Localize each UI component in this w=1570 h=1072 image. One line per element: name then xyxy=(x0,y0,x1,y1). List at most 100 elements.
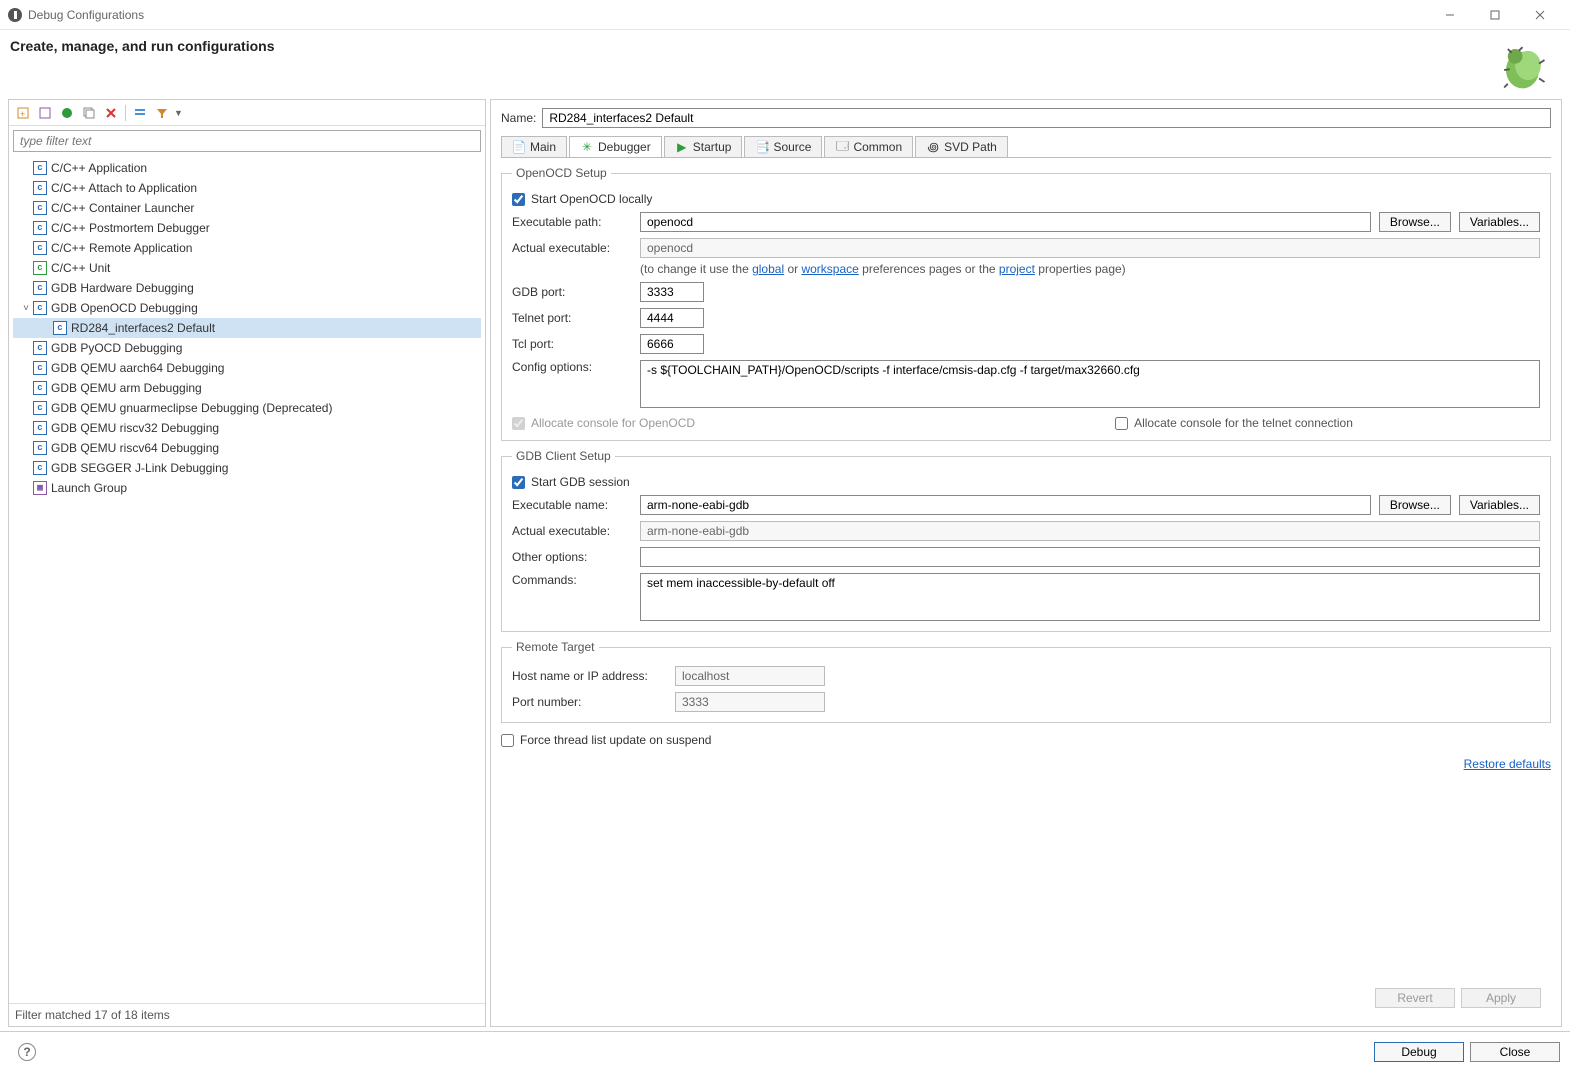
tree-item[interactable]: cGDB PyOCD Debugging xyxy=(13,338,481,358)
tree-item-child[interactable]: c RD284_interfaces2 Default xyxy=(13,318,481,338)
allocate-openocd-console-checkbox xyxy=(512,417,525,430)
gdb-port-input[interactable] xyxy=(640,282,704,302)
help-button[interactable]: ? xyxy=(18,1043,36,1061)
tab-svd-path[interactable]: ꩜SVD Path xyxy=(915,136,1008,157)
config-type-icon: c xyxy=(33,461,47,475)
start-openocd-locally-label: Start OpenOCD locally xyxy=(531,192,652,206)
force-thread-update-label: Force thread list update on suspend xyxy=(520,733,711,747)
tree-item[interactable]: cGDB SEGGER J-Link Debugging xyxy=(13,458,481,478)
tree-item-label: GDB PyOCD Debugging xyxy=(51,341,182,355)
window-minimize-button[interactable] xyxy=(1427,0,1472,30)
revert-button: Revert xyxy=(1375,988,1455,1008)
close-button[interactable]: Close xyxy=(1470,1042,1560,1062)
tree-item[interactable]: cC/C++ Postmortem Debugger xyxy=(13,218,481,238)
filter-input[interactable] xyxy=(13,130,481,152)
tree-item[interactable]: cGDB QEMU gnuarmeclipse Debugging (Depre… xyxy=(13,398,481,418)
gdb-commands-textarea[interactable] xyxy=(640,573,1540,621)
openocd-exec-path-input[interactable] xyxy=(640,212,1371,232)
gdb-commands-label: Commands: xyxy=(512,573,632,587)
tree-item-label: C/C++ Container Launcher xyxy=(51,201,194,215)
tcl-port-input[interactable] xyxy=(640,334,704,354)
allocate-telnet-console-label: Allocate console for the telnet connecti… xyxy=(1134,416,1353,430)
openocd-actual-exec-field xyxy=(640,238,1540,258)
filter-status-bar: Filter matched 17 of 18 items xyxy=(9,1003,485,1026)
window-close-button[interactable] xyxy=(1517,0,1562,30)
tab-debugger[interactable]: ✳Debugger xyxy=(569,136,662,157)
play-icon: ▶ xyxy=(675,140,689,154)
bug-logo-icon xyxy=(1495,38,1550,93)
duplicate-button[interactable] xyxy=(79,103,99,123)
remote-target-group: Remote Target Host name or IP address: P… xyxy=(501,640,1551,723)
export-button[interactable] xyxy=(57,103,77,123)
tcl-port-label: Tcl port: xyxy=(512,337,632,351)
tree-item[interactable]: cGDB Hardware Debugging xyxy=(13,278,481,298)
force-thread-update-checkbox[interactable] xyxy=(501,734,514,747)
tree-item-label: C/C++ Application xyxy=(51,161,147,175)
tree-item[interactable]: cC/C++ Remote Application xyxy=(13,238,481,258)
gdb-exec-variables-button[interactable]: Variables... xyxy=(1459,495,1540,515)
filter-button[interactable] xyxy=(152,103,172,123)
start-gdb-session-label: Start GDB session xyxy=(531,475,630,489)
window-maximize-button[interactable] xyxy=(1472,0,1517,30)
remote-host-input xyxy=(675,666,825,686)
delete-button[interactable] xyxy=(101,103,121,123)
configurations-panel: + ▼ cC/C++ ApplicationcC/C++ Attach to A… xyxy=(8,99,486,1027)
config-name-input[interactable] xyxy=(542,108,1551,128)
gdb-exec-browse-button[interactable]: Browse... xyxy=(1379,495,1451,515)
new-prototype-button[interactable] xyxy=(35,103,55,123)
telnet-port-input[interactable] xyxy=(640,308,704,328)
eclipse-app-icon xyxy=(8,8,22,22)
tree-item[interactable]: cC/C++ Application xyxy=(13,158,481,178)
allocate-telnet-console-checkbox[interactable] xyxy=(1115,417,1128,430)
global-prefs-link[interactable]: global xyxy=(752,262,784,276)
tab-source[interactable]: 📑Source xyxy=(744,136,822,157)
config-type-icon: c xyxy=(33,261,47,275)
tree-item[interactable]: cC/C++ Container Launcher xyxy=(13,198,481,218)
config-tabs: 📄Main ✳Debugger ▶Startup 📑Source 🗔Common… xyxy=(501,136,1551,158)
tree-item[interactable]: cGDB QEMU arm Debugging xyxy=(13,378,481,398)
gdb-client-setup-group: GDB Client Setup Start GDB session Execu… xyxy=(501,449,1551,632)
config-type-icon: ▣ xyxy=(33,481,47,495)
config-type-icon: c xyxy=(33,181,47,195)
tab-main[interactable]: 📄Main xyxy=(501,136,567,157)
restore-defaults-link[interactable]: Restore defaults xyxy=(501,757,1551,771)
tree-item[interactable]: cC/C++ Unit xyxy=(13,258,481,278)
new-config-button[interactable]: + xyxy=(13,103,33,123)
tree-item[interactable]: cGDB QEMU riscv32 Debugging xyxy=(13,418,481,438)
config-type-icon: c xyxy=(53,321,67,335)
allocate-openocd-console-label: Allocate console for OpenOCD xyxy=(531,416,695,430)
configurations-tree[interactable]: cC/C++ ApplicationcC/C++ Attach to Appli… xyxy=(9,156,485,1003)
gdb-client-legend: GDB Client Setup xyxy=(512,449,615,463)
project-props-link[interactable]: project xyxy=(999,262,1035,276)
tree-item[interactable]: cGDB QEMU riscv64 Debugging xyxy=(13,438,481,458)
dropdown-arrow-icon[interactable]: ▼ xyxy=(174,108,183,118)
tree-item-label: GDB QEMU riscv64 Debugging xyxy=(51,441,219,455)
remote-host-label: Host name or IP address: xyxy=(512,669,667,683)
workspace-prefs-link[interactable]: workspace xyxy=(801,262,858,276)
openocd-legend: OpenOCD Setup xyxy=(512,166,611,180)
debug-button[interactable]: Debug xyxy=(1374,1042,1464,1062)
collapse-all-button[interactable] xyxy=(130,103,150,123)
configuration-detail-panel: Name: 📄Main ✳Debugger ▶Startup 📑Source 🗔… xyxy=(490,99,1562,1027)
header-band: Create, manage, and run configurations xyxy=(0,30,1570,99)
start-openocd-locally-checkbox[interactable] xyxy=(512,193,525,206)
tree-item-label: GDB OpenOCD Debugging xyxy=(51,301,198,315)
tree-item[interactable]: ▣ Launch Group xyxy=(13,478,481,498)
tree-item-label: C/C++ Attach to Application xyxy=(51,181,197,195)
left-toolbar: + ▼ xyxy=(9,100,485,126)
tree-item[interactable]: c C/C++ Attach to Application xyxy=(13,178,481,198)
tree-item-label: Launch Group xyxy=(51,481,127,495)
start-gdb-session-checkbox[interactable] xyxy=(512,476,525,489)
tab-startup[interactable]: ▶Startup xyxy=(664,136,743,157)
config-options-textarea[interactable] xyxy=(640,360,1540,408)
tree-item-label: GDB QEMU riscv32 Debugging xyxy=(51,421,219,435)
openocd-exec-browse-button[interactable]: Browse... xyxy=(1379,212,1451,232)
tree-item[interactable]: cGDB QEMU aarch64 Debugging xyxy=(13,358,481,378)
tree-item[interactable]: ˅cGDB OpenOCD Debugging xyxy=(13,298,481,318)
openocd-exec-variables-button[interactable]: Variables... xyxy=(1459,212,1540,232)
gdb-exec-name-input[interactable] xyxy=(640,495,1371,515)
gdb-other-options-input[interactable] xyxy=(640,547,1540,567)
tab-common[interactable]: 🗔Common xyxy=(824,136,913,157)
config-type-icon: c xyxy=(33,241,47,255)
tree-item-label: RD284_interfaces2 Default xyxy=(71,321,215,335)
